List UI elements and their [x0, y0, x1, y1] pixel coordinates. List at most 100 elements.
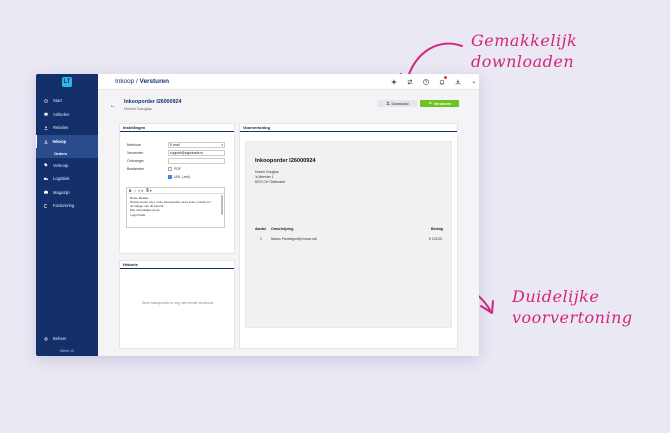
row-quantity: 1: [260, 237, 262, 241]
sidebar-item-artikelen[interactable]: Artikelen: [36, 108, 98, 122]
column-header-description: Omschrijving: [271, 227, 294, 231]
topbar-icons: [390, 76, 477, 85]
download-button-label: Download: [391, 101, 409, 106]
chevron-down-icon: ▾: [221, 143, 223, 147]
annotation-line: Gemakkelijk: [471, 31, 578, 50]
annotation-line: downloaden: [471, 52, 575, 71]
document-title: Inkooporder I26000924: [255, 158, 316, 164]
main-content: ← Inkooporder I26000924 Hunter Douglas D…: [98, 90, 479, 356]
money-icon: [44, 204, 48, 208]
sidebar-bottom: Beheer: [36, 332, 98, 346]
send-icon: [428, 101, 432, 106]
history-title: Historie: [120, 261, 234, 269]
notification-badge: [444, 76, 447, 79]
users-icon: [44, 126, 48, 130]
method-select[interactable]: E-mail ▾: [168, 142, 225, 148]
url-checkbox[interactable]: [168, 175, 172, 179]
week-indicator: Week 12: [59, 349, 75, 353]
breadcrumb-current: Versturen: [139, 78, 170, 85]
clock-icon: [44, 98, 48, 103]
column-header-amount: Bedrag: [431, 227, 444, 231]
box-icon: [44, 112, 48, 116]
page-title: Inkooporder I26000924: [124, 99, 182, 105]
align-button[interactable]: ≣ ▾: [146, 189, 152, 193]
back-arrow-icon[interactable]: ←: [110, 103, 116, 109]
sender-label: Verzender: [127, 151, 144, 155]
page-subtitle: Hunter Douglas: [124, 106, 152, 111]
annotation-line: Duidelijke: [512, 287, 600, 306]
settings-title: Instellingen: [120, 124, 234, 132]
preview-card: Voorvertoning Inkooporder I26000924 Hunt…: [239, 123, 458, 349]
logo: LT: [62, 77, 72, 87]
page-header: ← Inkooporder I26000924 Hunter Douglas: [110, 99, 182, 111]
address-line: 8070 CH Oldemarkt: [255, 180, 285, 184]
pdf-label: PDF: [174, 167, 181, 171]
method-value: E-mail: [170, 143, 180, 147]
breadcrumb: Inkoop / Versturen: [115, 78, 169, 85]
history-empty-message: Deze inkooporder is nog niet eerder vers…: [141, 301, 215, 305]
sidebar-item-relaties[interactable]: Relaties: [36, 121, 98, 135]
receiver-label: Ontvanger: [127, 159, 144, 163]
sidebar-item-label: Facturering: [53, 203, 75, 209]
annotation-clear-preview: Duidelijke voorvertoning: [512, 286, 633, 328]
editor-scrollbar[interactable]: [221, 195, 223, 215]
sidebar-item-facturering[interactable]: Facturering: [36, 199, 98, 213]
logo-row: LT: [36, 74, 98, 90]
files-label: Bestanden: [127, 167, 145, 171]
topbar: Inkoop / Versturen: [98, 74, 479, 90]
app-window: LT Start Artikelen Relaties Inkoop Order…: [36, 74, 479, 356]
sidebar-item-start[interactable]: Start: [36, 94, 98, 108]
sender-field[interactable]: support@logictrade.nl: [168, 150, 225, 156]
gear-icon: [44, 337, 48, 341]
italic-button[interactable]: I: [134, 189, 135, 193]
sidebar-item-label: Inkoop: [52, 139, 67, 145]
row-amount: € 123,00: [429, 237, 443, 241]
truck-icon: [44, 177, 48, 181]
sidebar-item-label: Verkoop: [53, 162, 69, 168]
settings-card: Instellingen Methode E-mail ▾ Verzender …: [119, 123, 235, 254]
annotation-line: voorvertoning: [512, 308, 633, 327]
sidebar-item-label: Logistiek: [53, 176, 70, 182]
column-header-quantity: Aantal: [255, 227, 266, 231]
send-button[interactable]: Versturen: [420, 100, 459, 107]
address-line: Hunter Douglas: [255, 170, 279, 174]
sidebar-item-label: Magazijn: [53, 189, 70, 195]
method-label: Methode: [127, 143, 141, 147]
sidebar-item-label: Relaties: [53, 125, 69, 131]
url-label: URL (.xml): [174, 175, 191, 179]
swap-icon[interactable]: [406, 78, 413, 85]
sidebar-subitem-orders[interactable]: Orders: [36, 148, 98, 159]
chevron-down-icon[interactable]: [470, 78, 477, 85]
warehouse-icon: [44, 190, 48, 194]
help-icon[interactable]: [422, 78, 429, 85]
sidebar-item-magazijn[interactable]: Magazijn: [36, 186, 98, 200]
sidebar: LT Start Artikelen Relaties Inkoop Order…: [36, 74, 98, 356]
download-button[interactable]: Download: [377, 100, 417, 107]
row-description: Nubus Paneelgordijn losse rail: [271, 237, 317, 241]
sidebar-item-verkoop[interactable]: Verkoop: [36, 158, 98, 172]
pdf-checkbox[interactable]: [168, 167, 172, 171]
sparkle-icon[interactable]: [390, 78, 397, 85]
sidebar-item-inkoop[interactable]: Inkoop: [36, 134, 98, 149]
receiver-field[interactable]: [168, 158, 225, 164]
address-line: 's-Meester 1: [255, 175, 274, 179]
sidebar-item-label: Artikelen: [53, 111, 70, 117]
download-icon: [385, 101, 390, 106]
preview-title: Voorvertoning: [240, 124, 457, 132]
breadcrumb-parent[interactable]: Inkoop: [115, 78, 134, 85]
list-button[interactable]: ≡ ▾: [138, 189, 143, 193]
sidebar-item-label: Beheer: [53, 336, 67, 342]
tag-icon: [44, 163, 48, 167]
sidebar-item-label: Start: [53, 98, 62, 104]
notification-bell-icon[interactable]: [438, 76, 447, 85]
bold-button[interactable]: B: [129, 189, 131, 193]
document-preview[interactable]: Inkooporder I26000924 Hunter Douglas 's-…: [245, 141, 452, 328]
download-icon[interactable]: [454, 78, 461, 85]
download-icon: [43, 139, 48, 144]
editor-content[interactable]: Beste Relatie, Hierbij sturen wij u onze…: [127, 194, 224, 220]
sidebar-item-logistiek[interactable]: Logistiek: [36, 172, 98, 186]
editor-line: LogicTrade: [130, 213, 146, 218]
annotation-easy-download: Gemakkelijk downloaden: [471, 30, 577, 72]
message-editor[interactable]: B I ≡ ▾ ≣ ▾ Beste Relatie, Hierbij sture…: [126, 187, 225, 228]
sidebar-item-beheer[interactable]: Beheer: [36, 332, 98, 346]
